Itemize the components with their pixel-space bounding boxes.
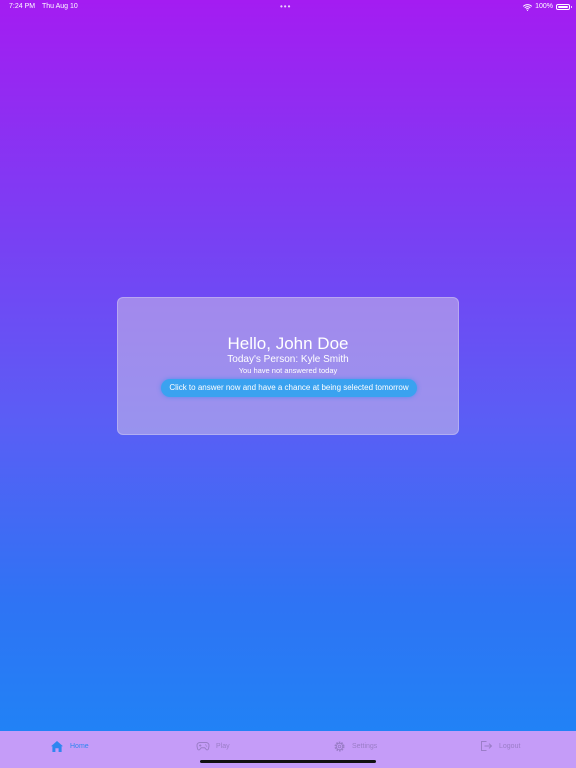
greeting-heading: Hello, John Doe [227,334,349,353]
todays-person-label: Today's Person: Kyle Smith [227,354,349,365]
answer-status-text: You have not answered today [238,366,338,375]
wifi-icon [523,3,533,11]
tab-play[interactable]: Play [196,738,230,754]
battery-percentage: 100% [535,3,553,10]
daily-person-card: Hello, John Doe Today's Person: Kyle Smi… [117,297,459,435]
tab-home[interactable]: Home [50,738,89,754]
multitasking-dots[interactable]: ••• [280,0,291,14]
tab-settings[interactable]: Settings [333,738,377,754]
status-time: 7:24 PM [9,3,36,10]
gear-icon [333,740,346,753]
answer-now-button[interactable]: Click to answer now and have a chance at… [161,379,417,397]
tab-logout[interactable]: Logout [480,738,520,754]
status-date: Thu Aug 10 [42,3,78,10]
status-bar: 7:24 PM Thu Aug 10 ••• 100% [0,0,576,14]
logout-icon [480,740,493,752]
tab-logout-label: Logout [499,742,521,750]
tab-play-label: Play [216,742,230,750]
battery-icon [556,4,572,10]
tab-settings-label: Settings [352,742,378,750]
gamepad-icon [196,741,210,751]
status-right-group: 100% [523,0,572,14]
tab-home-label: Home [70,742,89,750]
house-icon [50,740,64,753]
home-indicator[interactable] [200,760,376,763]
battery-fill [558,6,568,8]
